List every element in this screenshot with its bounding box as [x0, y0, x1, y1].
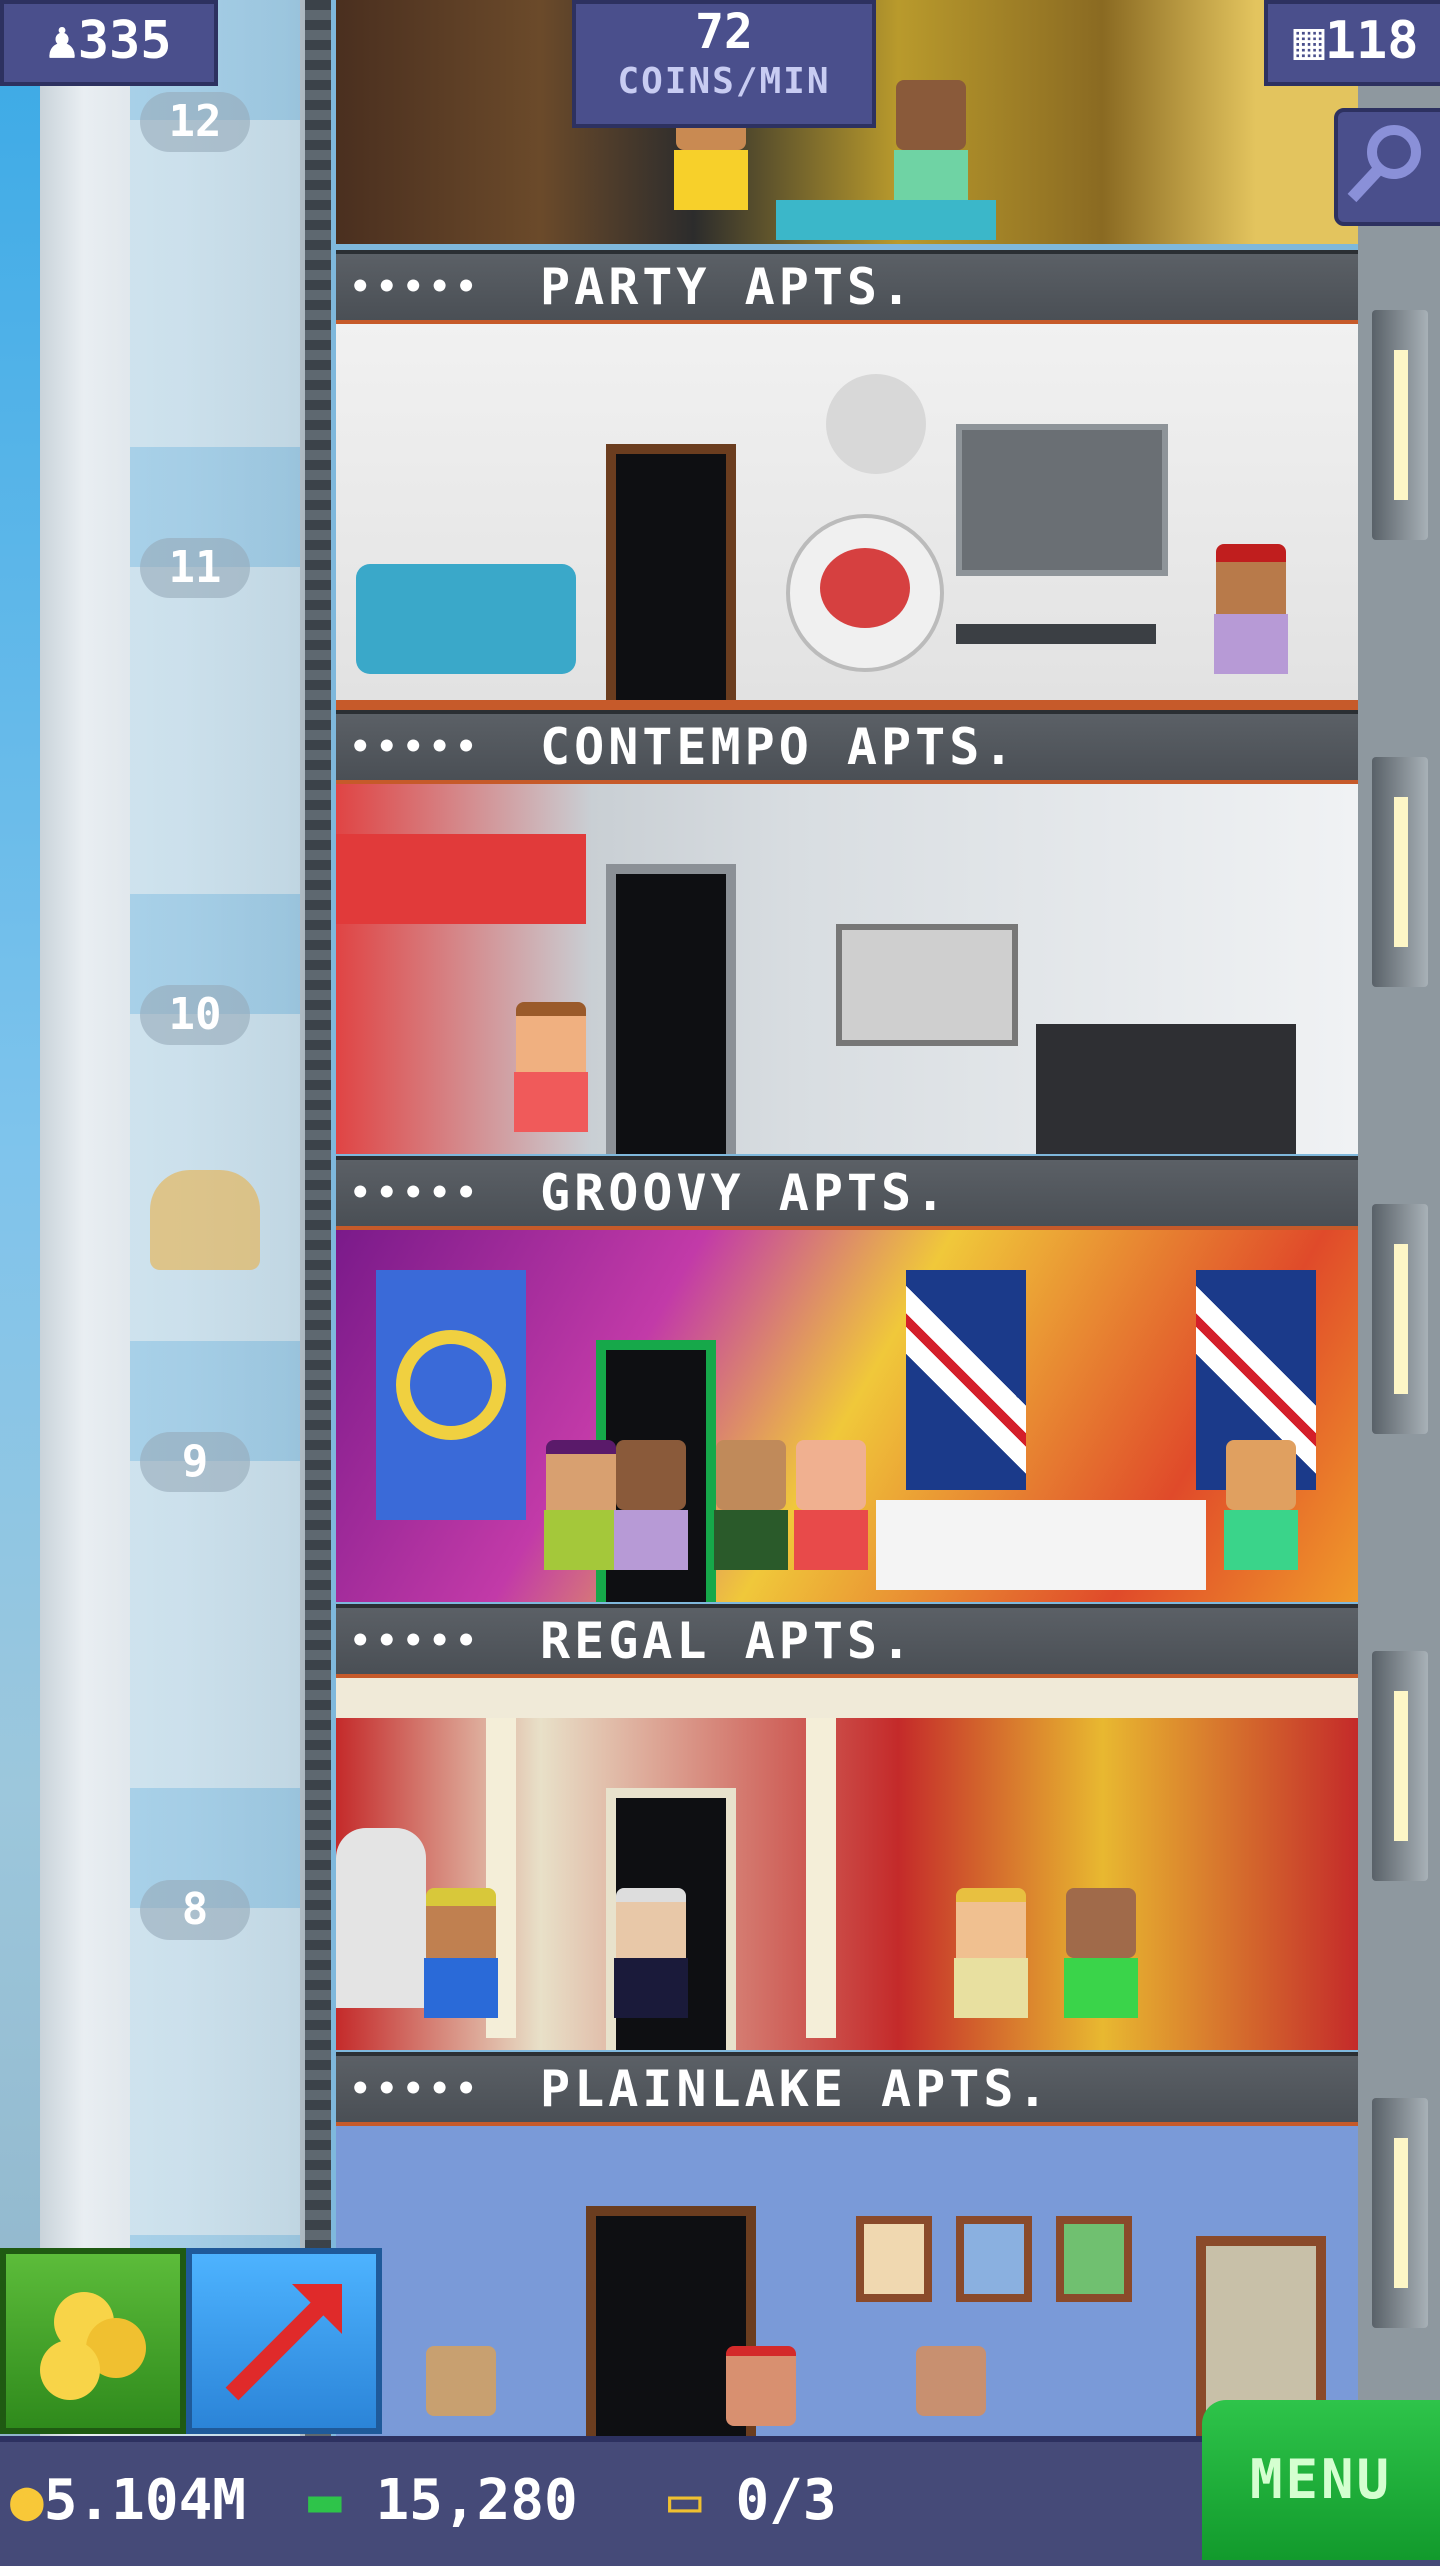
bux-balance: ▬ 15,280	[308, 2466, 578, 2536]
resident[interactable]	[606, 1440, 696, 1590]
vip-value: 0/3	[735, 2468, 837, 2533]
elevator-car[interactable]	[150, 1170, 260, 1270]
coins-value: 5.104M	[43, 2468, 247, 2533]
resident[interactable]	[416, 2346, 506, 2436]
build-floor-button[interactable]	[186, 2248, 382, 2434]
floor-name: PARTY APTS.	[540, 258, 916, 316]
resident[interactable]	[1056, 1888, 1146, 2038]
capacity-people-icon: •••••	[350, 267, 483, 307]
resident[interactable]	[416, 1888, 506, 2038]
sofa	[776, 200, 996, 240]
sofa	[356, 564, 576, 674]
floors-counter[interactable]: ▦118	[1264, 0, 1440, 86]
floor-banner-party[interactable]: ••••• PARTY APTS.	[336, 250, 1358, 324]
bed	[1036, 1024, 1296, 1154]
elevator-glass	[130, 0, 300, 2560]
floor-name: GROOVY APTS.	[540, 1164, 950, 1222]
capacity-people-icon: •••••	[350, 1621, 483, 1661]
floor-banner-plainlake[interactable]: ••••• PLAINLAKE APTS.	[336, 2052, 1358, 2126]
column	[806, 1718, 836, 2038]
egg-chair	[786, 514, 944, 672]
resident[interactable]	[1206, 544, 1296, 694]
floor-room-regal[interactable]	[336, 1678, 1358, 2050]
population-counter[interactable]: ♟335	[0, 0, 218, 86]
picture-frame	[1056, 2216, 1132, 2302]
room-door	[606, 444, 736, 700]
resident[interactable]	[946, 1888, 1036, 2038]
floor-banner-contempo[interactable]: ••••• CONTEMPO APTS.	[336, 710, 1358, 784]
cornice	[336, 1678, 1358, 1718]
resident[interactable]	[906, 2346, 996, 2436]
disco-ball	[826, 374, 926, 474]
resident[interactable]	[1216, 1440, 1306, 1590]
up-arrow-icon	[225, 2284, 342, 2401]
coins-rate-label: COINS/MIN	[617, 61, 831, 102]
elevator-rail	[305, 0, 331, 2560]
picture-frame	[856, 2216, 932, 2302]
peace-sign-icon	[396, 1330, 506, 1440]
picture-frame	[956, 2216, 1032, 2302]
coins-rate-value: 72	[695, 4, 753, 60]
coins-balance: ●5.104M	[10, 2466, 246, 2536]
tower-window	[1372, 757, 1428, 987]
elevator-floor-label: 11	[140, 538, 250, 598]
floor-room-groovy[interactable]	[336, 1230, 1358, 1602]
white-sofa	[876, 1500, 1206, 1590]
elevator-floor-label: 12	[140, 92, 250, 152]
magnifier-icon	[1347, 125, 1421, 203]
capacity-people-icon: •••••	[350, 727, 483, 767]
blue-panel	[376, 1270, 526, 1520]
elevator-floor-label: 9	[140, 1432, 250, 1492]
room-door	[606, 864, 736, 1154]
population-value: 335	[77, 11, 172, 71]
floor-room-contempo[interactable]	[336, 784, 1358, 1154]
union-jack-flag	[906, 1270, 1026, 1490]
coins-rate-panel: 72 COINS/MIN	[572, 0, 876, 128]
wall-art	[836, 924, 1018, 1046]
floor-name: REGAL APTS.	[540, 1612, 916, 1670]
resident[interactable]	[706, 1440, 796, 1590]
bux-value: 15,280	[375, 2468, 578, 2533]
statue	[336, 1828, 426, 2008]
floor-banner-regal[interactable]: ••••• REGAL APTS.	[336, 1604, 1358, 1678]
floor-banner-groovy[interactable]: ••••• GROOVY APTS.	[336, 1156, 1358, 1230]
search-button[interactable]	[1334, 108, 1440, 226]
tower-window	[1372, 310, 1428, 540]
elevator-floor-label: 8	[140, 1880, 250, 1940]
floor-name: PLAINLAKE APTS.	[540, 2060, 1052, 2118]
vip-ticket-icon: ▭	[668, 2468, 736, 2533]
tv-screen	[956, 424, 1168, 576]
floor-room-party[interactable]	[336, 324, 1358, 710]
tower-window	[1372, 2098, 1428, 2328]
person-icon: ♟	[46, 11, 78, 71]
coins-button[interactable]	[0, 2248, 186, 2434]
coin-icon	[40, 2340, 100, 2400]
resident[interactable]	[506, 1002, 596, 1152]
building-icon: ▦	[1293, 11, 1325, 71]
capacity-people-icon: •••••	[350, 1173, 483, 1213]
resident[interactable]	[606, 1888, 696, 2038]
coin-icon: ●	[10, 2468, 44, 2533]
resident[interactable]	[786, 1440, 876, 1590]
vip-balance: ▭ 0/3	[668, 2466, 837, 2536]
elevator-floor-label: 10	[140, 985, 250, 1045]
capacity-people-icon: •••••	[350, 2069, 483, 2109]
resident[interactable]	[716, 2346, 806, 2436]
bux-icon: ▬	[308, 2468, 376, 2533]
red-wall-panel	[336, 834, 586, 924]
coffee-table	[956, 624, 1156, 644]
floor-room-plainlake[interactable]	[336, 2126, 1358, 2436]
floor-name: CONTEMPO APTS.	[540, 718, 1018, 776]
menu-button[interactable]: MENU	[1202, 2400, 1440, 2560]
tower-window	[1372, 1651, 1428, 1881]
tower-window	[1372, 1204, 1428, 1434]
floors-count: 118	[1324, 11, 1419, 71]
